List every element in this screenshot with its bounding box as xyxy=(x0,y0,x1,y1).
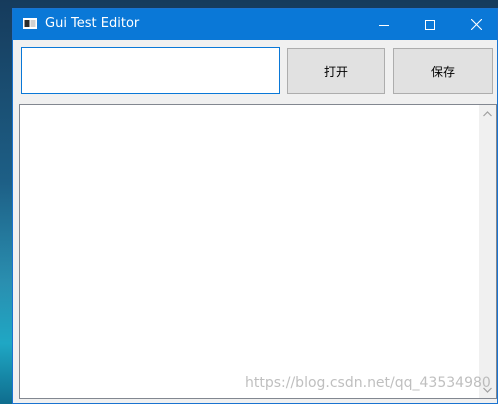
minimize-icon xyxy=(379,24,389,26)
editor-textarea[interactable] xyxy=(20,105,478,398)
chevron-up-icon xyxy=(483,110,492,116)
close-button[interactable] xyxy=(453,9,498,40)
maximize-icon xyxy=(425,19,435,30)
editor-container xyxy=(19,104,497,399)
path-input[interactable] xyxy=(21,47,280,94)
vertical-scrollbar[interactable] xyxy=(479,105,496,398)
window-title: Gui Test Editor xyxy=(45,16,140,31)
open-button[interactable]: 打开 xyxy=(287,48,385,94)
app-window: Gui Test Editor 打开 保存 xyxy=(12,8,498,404)
title-bar[interactable]: Gui Test Editor xyxy=(13,9,497,40)
scroll-up-button[interactable] xyxy=(479,105,496,122)
maximize-button[interactable] xyxy=(407,9,453,40)
window-app-icon xyxy=(23,18,37,29)
watermark-text: https://blog.csdn.net/qq_43534980 xyxy=(245,375,491,391)
close-icon xyxy=(470,19,482,30)
minimize-button[interactable] xyxy=(361,9,407,40)
save-button[interactable]: 保存 xyxy=(393,48,493,94)
